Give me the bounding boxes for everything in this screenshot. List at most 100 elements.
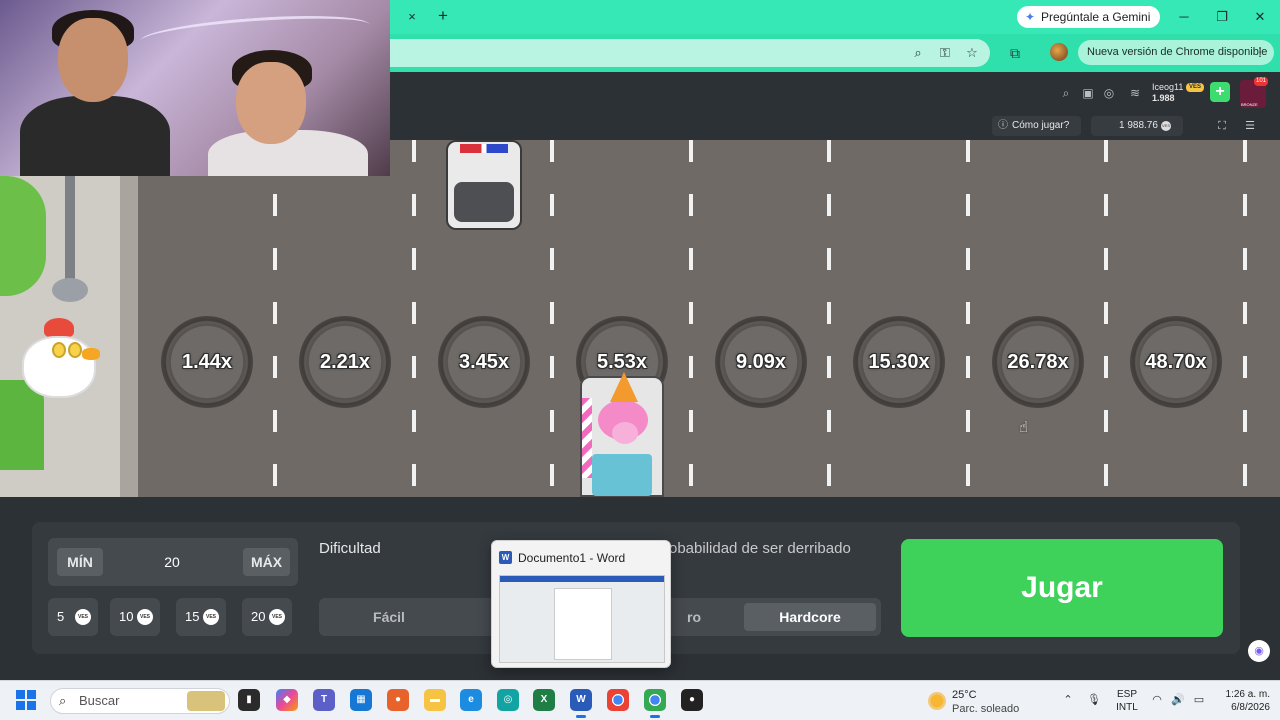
currency-coin-icon: VES	[137, 609, 153, 625]
street-lamp-base	[52, 278, 88, 302]
password-key-icon[interactable]: ⚿	[935, 43, 955, 63]
app-icon-dark[interactable]: ●	[681, 689, 703, 711]
teams-icon[interactable]: T	[313, 689, 335, 711]
store-icon[interactable]: ▦	[350, 689, 372, 711]
bookmark-star-icon[interactable]: ☆	[962, 43, 982, 63]
game-balance: 1 988.76 VES	[1091, 116, 1183, 136]
ask-gemini-button[interactable]: ✦ Pregúntale a Gemini	[1017, 6, 1161, 28]
chrome-icon[interactable]	[607, 689, 629, 711]
minimize-icon[interactable]: ─	[1172, 6, 1196, 28]
lane-divider	[966, 140, 970, 497]
ice-cream-cone	[610, 372, 638, 402]
chip-15[interactable]: 15 VES	[176, 598, 226, 636]
play-button[interactable]: Jugar	[901, 539, 1223, 637]
firefox-icon[interactable]: ●	[387, 689, 409, 711]
language-indicator[interactable]: ESP INTL	[1116, 688, 1138, 714]
currency-coin-icon: VES	[269, 609, 285, 625]
gift-icon[interactable]: ▣	[1079, 84, 1097, 102]
multiplier-lane-1[interactable]: 1.44x	[161, 316, 253, 408]
hand-cursor-icon: ☝	[1019, 419, 1029, 436]
currency-coin-icon: VES	[75, 609, 91, 625]
profile-avatar[interactable]	[1050, 43, 1068, 61]
support-icon[interactable]: ◎	[1100, 84, 1118, 102]
weather-temp: 25°C	[952, 689, 977, 701]
chip-10[interactable]: 10 VES	[110, 598, 160, 636]
word-app-icon: W	[499, 551, 512, 564]
search-highlight-image	[187, 691, 225, 711]
zoom-icon[interactable]: ⌕	[908, 43, 928, 63]
battery-icon[interactable]: ▭	[1191, 692, 1207, 708]
new-tab-icon[interactable]: +	[434, 7, 452, 25]
chip-20[interactable]: 20 VES	[242, 598, 292, 636]
clock[interactable]: 1:26 a. m. 6/8/2026	[1214, 688, 1270, 714]
edge-icon[interactable]: e	[460, 689, 482, 711]
search-icon: ⌕	[59, 693, 67, 708]
bet-amount-input[interactable]: 20	[140, 548, 204, 576]
microphone-icon[interactable]: 🎙	[1086, 692, 1102, 708]
siren-lights	[460, 144, 508, 153]
how-to-play-button[interactable]: ⓘ Cómo jugar?	[992, 116, 1081, 136]
street-lamp-pole	[65, 176, 75, 286]
weather-widget[interactable]: 25°C Parc. soleado	[928, 688, 1038, 716]
multiplier-lane-6[interactable]: 15.30x	[853, 316, 945, 408]
webcam-overlay	[0, 0, 390, 176]
volume-icon[interactable]: 🔊	[1170, 692, 1186, 708]
lane-divider	[689, 140, 693, 497]
multiplier-lane-2[interactable]: 2.21x	[299, 316, 391, 408]
difficulty-hardcore-button[interactable]: Hardcore	[744, 603, 876, 631]
excel-icon[interactable]: X	[533, 689, 555, 711]
lane-divider	[273, 140, 277, 497]
wallet[interactable]: ≋ Iceog11 VES 1.988	[1130, 80, 1210, 106]
restore-icon[interactable]: ❐	[1210, 6, 1234, 28]
rank-avatar[interactable]: 101 BRONZE	[1240, 77, 1268, 108]
chicken-beak	[82, 348, 100, 360]
lane-divider	[412, 140, 416, 497]
hamburger-menu-icon[interactable]: ☰	[1242, 118, 1258, 134]
fullscreen-icon[interactable]: ⛶	[1214, 118, 1230, 134]
app-icon[interactable]: ◎	[497, 689, 519, 711]
search-icon[interactable]: ⌕	[1057, 84, 1075, 102]
police-car	[446, 140, 522, 230]
file-explorer-icon[interactable]: ▬	[424, 689, 446, 711]
max-bet-button[interactable]: MÁX	[243, 548, 290, 576]
truck-window	[592, 454, 652, 496]
wifi-icon[interactable]: ◠	[1149, 692, 1165, 708]
username: Iceog11	[1152, 82, 1184, 92]
person-left-body	[20, 96, 170, 176]
word-icon[interactable]: W	[570, 689, 592, 718]
truck-stripe	[582, 398, 592, 478]
multiplier-lane-7[interactable]: 26.78x	[992, 316, 1084, 408]
min-bet-button[interactable]: MÍN	[57, 548, 103, 576]
chevron-up-icon[interactable]: ⌃	[1060, 692, 1076, 708]
screen: { "browser": { "tab_close": "×", "tab_ne…	[0, 0, 1280, 720]
difficulty-hard-button[interactable]: ro	[664, 603, 724, 631]
close-window-icon[interactable]: ✕	[1248, 6, 1272, 28]
extensions-icon[interactable]: ⧉	[1005, 43, 1025, 63]
coins-icon: ≋	[1130, 86, 1141, 100]
chat-support-icon[interactable]: ◉	[1248, 640, 1270, 662]
led-strip	[139, 10, 371, 56]
word-preview-popup[interactable]: W Documento1 - Word	[491, 540, 671, 668]
chrome-profile-icon[interactable]	[644, 689, 666, 718]
wallet-balance: 1.988	[1152, 93, 1175, 103]
chrome-update-button[interactable]: Nueva versión de Chrome disponible ⋮	[1078, 40, 1274, 65]
lane-divider	[1104, 140, 1108, 497]
ice-cream-truck	[580, 372, 664, 497]
multiplier-lane-8[interactable]: 48.70x	[1130, 316, 1222, 408]
word-window-thumbnail[interactable]	[499, 575, 665, 663]
taskbar-search[interactable]: ⌕ Buscar	[50, 688, 230, 714]
multiplier-lane-5[interactable]: 9.09x	[715, 316, 807, 408]
windows-start-icon[interactable]	[16, 690, 36, 710]
deposit-button[interactable]: +	[1210, 82, 1230, 102]
lane-divider	[1243, 140, 1247, 497]
task-view-icon[interactable]: ▮	[238, 689, 260, 711]
difficulty-easy-button[interactable]: Fácil	[324, 603, 454, 631]
word-ribbon	[500, 576, 664, 582]
chip-5[interactable]: 5 VES	[48, 598, 98, 636]
probability-label: robabilidad de ser derribado	[664, 540, 851, 557]
close-tab-icon[interactable]: ×	[404, 9, 420, 25]
address-bar[interactable]	[390, 39, 990, 67]
word-page	[554, 588, 612, 660]
multiplier-lane-3[interactable]: 3.45x	[438, 316, 530, 408]
copilot-icon[interactable]: ◆	[276, 689, 298, 711]
